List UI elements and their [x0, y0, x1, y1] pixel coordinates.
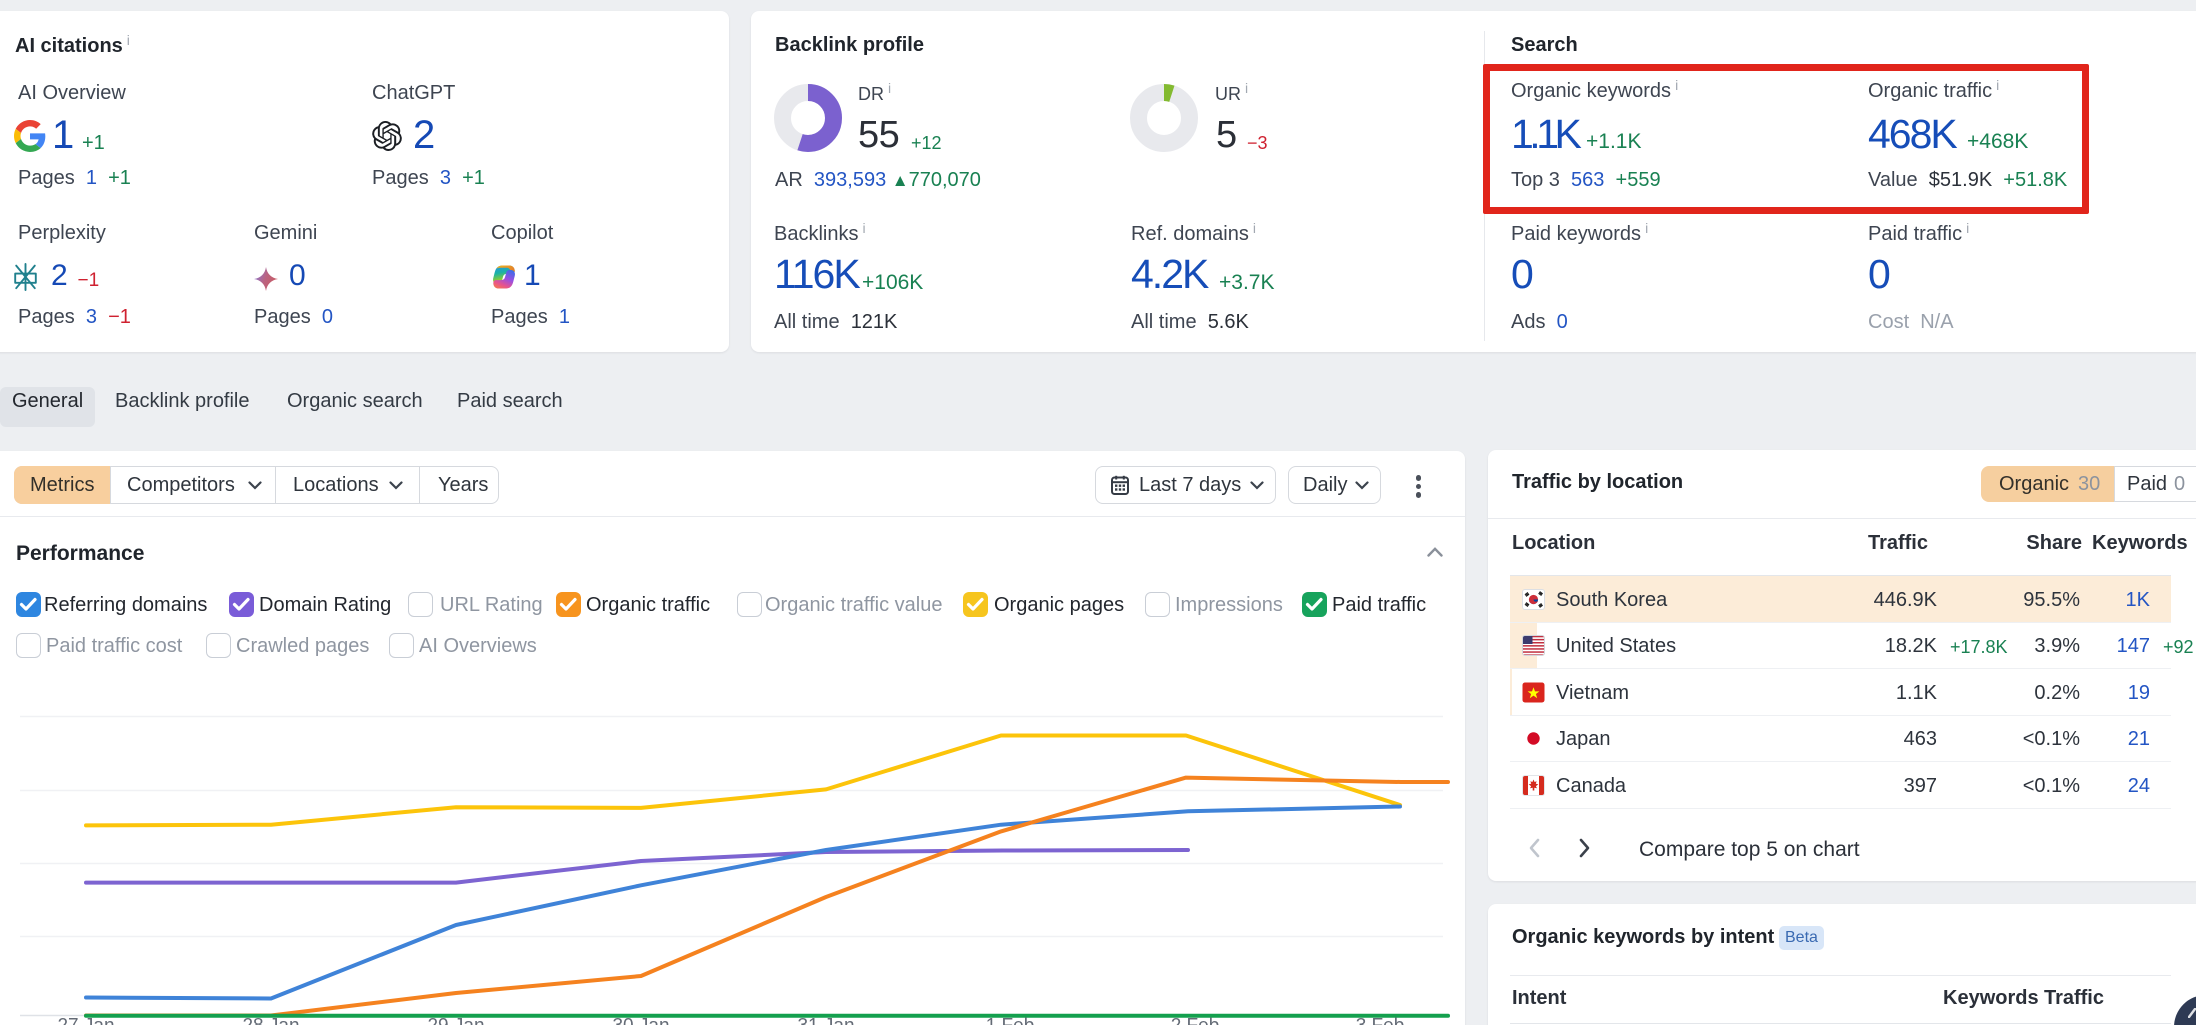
svg-text:29 Jan: 29 Jan: [427, 1016, 484, 1025]
svg-text:1 Feb: 1 Feb: [986, 1016, 1035, 1025]
svg-text:30 Jan: 30 Jan: [612, 1016, 669, 1025]
svg-text:27 Jan: 27 Jan: [57, 1016, 114, 1025]
svg-text:2 Feb: 2 Feb: [1171, 1016, 1220, 1025]
svg-text:28 Jan: 28 Jan: [242, 1016, 299, 1025]
svg-text:31 Jan: 31 Jan: [797, 1016, 854, 1025]
svg-text:3 Feb: 3 Feb: [1356, 1016, 1405, 1025]
